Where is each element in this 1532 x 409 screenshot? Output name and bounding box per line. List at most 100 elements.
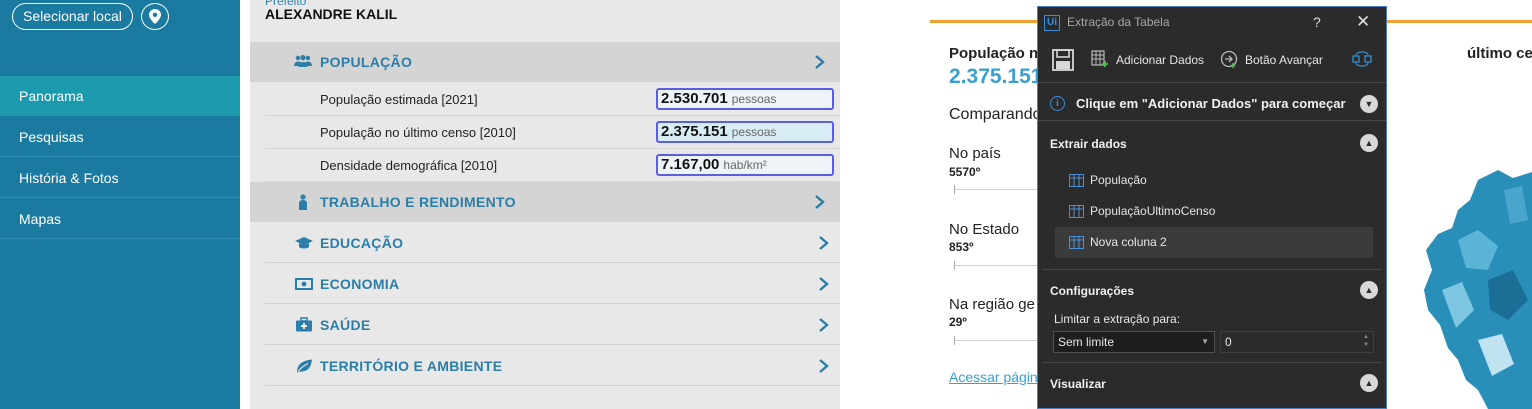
section-economia[interactable]: ECONOMIA (265, 264, 840, 304)
section-title: ECONOMIA (320, 276, 400, 292)
indicator-value: 7.167,00 (661, 156, 720, 173)
close-button[interactable]: ✕ (1356, 12, 1370, 32)
divider (1042, 362, 1382, 363)
indicator-label: População estimada [2021] (320, 92, 478, 107)
ranking-value: 5570º (949, 165, 981, 179)
limit-select-value: Sem limite (1058, 335, 1115, 349)
worker-icon (299, 194, 307, 210)
ranking-slider (954, 261, 1044, 270)
section-populacao[interactable]: POPULAÇÃO (250, 42, 840, 82)
table-column-icon (1069, 236, 1084, 249)
people-icon (294, 55, 312, 67)
configurations-title: Configurações (1050, 284, 1135, 298)
money-icon (295, 278, 313, 290)
save-icon[interactable] (1052, 49, 1074, 71)
section-saude[interactable]: SAÚDE (265, 305, 840, 345)
next-button-icon (1220, 50, 1238, 68)
ranking-value: 853º (949, 240, 974, 254)
sidebar-item-panorama[interactable]: Panorama (0, 76, 240, 116)
section-educacao[interactable]: EDUCAÇÃO (265, 223, 840, 263)
select-location-button[interactable]: Selecionar local (12, 3, 133, 30)
collapse-extract-button[interactable]: ▲ (1360, 134, 1378, 152)
next-button-selector[interactable]: Botão Avançar (1245, 53, 1323, 67)
detail-title-end: último censo (1467, 45, 1532, 62)
indicator-row: População estimada [2021] 2.530.701 pesso… (265, 83, 840, 116)
column-item-selected[interactable]: Nova coluna 2 (1055, 227, 1373, 258)
column-item[interactable]: PopulaçãoUltimoCenso (1055, 196, 1373, 227)
region-map (1424, 170, 1532, 409)
app-logo: Ui (1044, 15, 1060, 31)
section-title: EDUCAÇÃO (320, 235, 404, 251)
ranking-slider (954, 185, 1044, 194)
chevron-right-icon (819, 277, 829, 291)
medical-kit-icon (296, 317, 312, 332)
limit-number-input[interactable]: 0 ▲ ▼ (1220, 331, 1374, 353)
chevron-right-icon (819, 318, 829, 332)
chevron-down-icon: ▼ (1201, 337, 1209, 346)
ranking-label: No país (949, 145, 1001, 162)
section-title: TRABALHO E RENDIMENTO (320, 194, 516, 210)
info-icon: i (1050, 96, 1065, 111)
section-trabalho-rendimento[interactable]: TRABALHO E RENDIMENTO (250, 182, 840, 222)
indicator-value: 2.530.701 (661, 90, 728, 107)
collapse-visualize-button[interactable]: ▲ (1360, 374, 1378, 392)
indicators-panel: Prefeito ALEXANDRE KALIL POPULAÇÃO Popul… (250, 0, 840, 409)
detail-title-start: População no (949, 45, 1048, 62)
indicator-unit: hab/km² (723, 158, 767, 172)
location-pin-button[interactable] (141, 3, 169, 30)
section-title: POPULAÇÃO (320, 54, 413, 70)
chevron-right-icon (815, 55, 825, 69)
info-bar: i Clique em "Adicionar Dados" para começ… (1038, 87, 1386, 121)
limit-select[interactable]: Sem limite ▼ (1053, 331, 1215, 353)
ranking-value: 29º (949, 315, 967, 329)
access-page-link[interactable]: Acessar págin (949, 369, 1038, 385)
indicator-unit: pessoas (731, 125, 777, 139)
graduation-cap-icon (295, 237, 313, 249)
indicator-value-box[interactable]: 7.167,00 hab/km² (656, 154, 834, 176)
column-item[interactable]: População (1055, 165, 1373, 196)
chevron-right-icon (815, 195, 825, 209)
sidebar: Selecionar local Panorama Pesquisas Hist… (0, 0, 240, 409)
indicator-unit: pessoas (731, 92, 777, 106)
extract-data-title: Extrair dados (1050, 137, 1127, 151)
spinner-arrows-icon[interactable]: ▲ ▼ (1363, 333, 1369, 349)
ranking-label: No Estado (949, 221, 1020, 238)
ranking-label: Na região ge (949, 296, 1035, 313)
info-message: Clique em "Adicionar Dados" para começar (1076, 96, 1346, 111)
section-title: SAÚDE (320, 317, 371, 333)
indicator-value-box[interactable]: 2.530.701 pessoas (656, 88, 834, 110)
table-extraction-window: Ui Extração da Tabela ? ✕ Adicionar Dado… (1037, 6, 1387, 409)
indicator-value-box[interactable]: 2.375.151 pessoas (656, 121, 834, 143)
refresh-icon[interactable] (1351, 50, 1373, 68)
section-title: TERRITÓRIO E AMBIENTE (320, 358, 503, 374)
chevron-right-icon (819, 236, 829, 250)
section-territorio-ambiente[interactable]: TERRITÓRIO E AMBIENTE (265, 346, 840, 386)
expand-info-button[interactable]: ▼ (1360, 95, 1378, 113)
indicator-label: População no último censo [2010] (320, 125, 516, 140)
add-data-icon (1091, 50, 1108, 67)
visualize-title: Visualizar (1050, 377, 1106, 391)
limit-label: Limitar a extração para: (1054, 312, 1181, 326)
indicator-row: Densidade demográfica [2010] 7.167,00 hab… (265, 149, 840, 182)
table-column-icon (1069, 205, 1084, 218)
location-pin-icon (149, 9, 161, 24)
window-title: Extração da Tabela (1067, 15, 1170, 29)
toolbar: Adicionar Dados Botão Avançar (1038, 39, 1386, 83)
help-button[interactable]: ? (1313, 14, 1321, 30)
sidebar-item-pesquisas[interactable]: Pesquisas (0, 117, 240, 157)
divider (1042, 269, 1382, 270)
ranking-slider (954, 336, 1044, 345)
indicator-row: População no último censo [2010] 2.375.1… (265, 116, 840, 149)
window-titlebar: Ui Extração da Tabela ? ✕ (1038, 7, 1386, 39)
sidebar-item-historia-fotos[interactable]: História & Fotos (0, 158, 240, 198)
chevron-right-icon (819, 359, 829, 373)
sidebar-item-mapas[interactable]: Mapas (0, 199, 240, 239)
browser-page: Selecionar local Panorama Pesquisas Hist… (0, 0, 1532, 409)
column-name: PopulaçãoUltimoCenso (1090, 204, 1216, 218)
comparing-label: Comparando (949, 106, 1042, 123)
collapse-config-button[interactable]: ▲ (1360, 281, 1378, 299)
prefeito-name: ALEXANDRE KALIL (265, 6, 398, 22)
indicator-value: 2.375.151 (661, 123, 728, 140)
leaf-icon (297, 359, 312, 373)
add-data-button[interactable]: Adicionar Dados (1116, 53, 1204, 67)
